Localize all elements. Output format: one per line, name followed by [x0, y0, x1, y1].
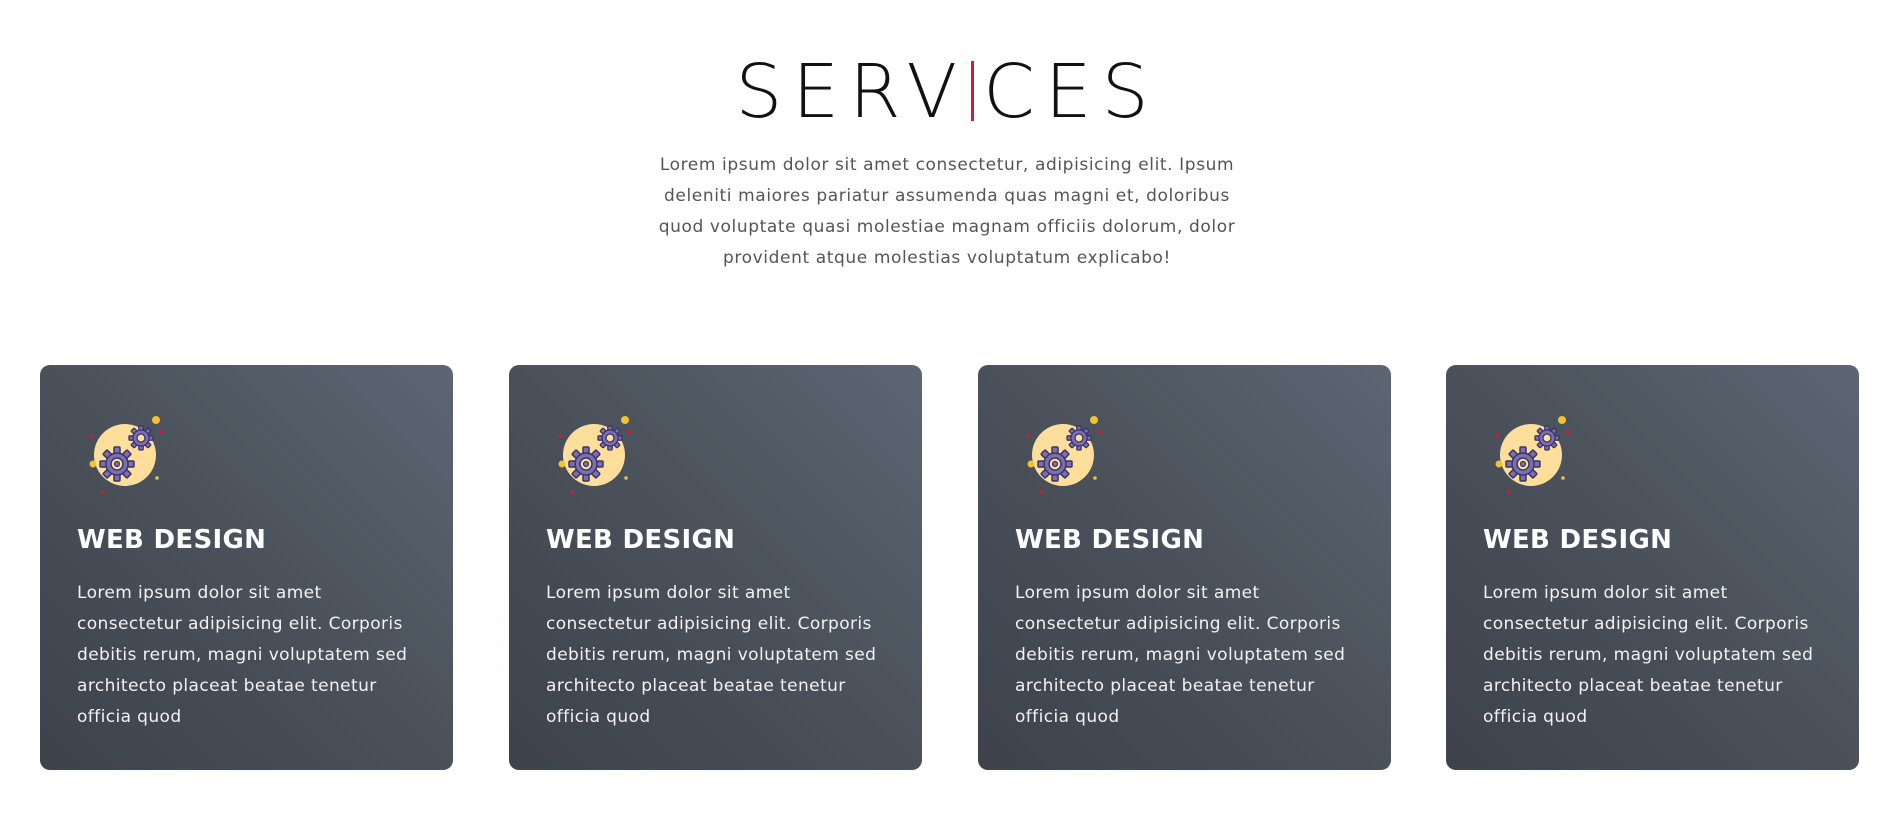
card-text: Lorem ipsum dolor sit amet consectetur a… [1483, 583, 1814, 727]
card-title: WEB DESIGN [1015, 525, 1205, 555]
section-title: SERV CES [0, 52, 1894, 132]
title-accent-divider [971, 61, 975, 121]
gears-icon [1027, 416, 1101, 494]
section-intro: Lorem ipsum dolor sit amet consectetur, … [658, 155, 1236, 268]
card-text: Lorem ipsum dolor sit amet consectetur a… [546, 583, 877, 727]
gears-icon [89, 416, 163, 494]
section-title-part1: SERV [735, 49, 968, 135]
card-title: WEB DESIGN [77, 525, 267, 555]
service-card[interactable]: WEB DESIGN Lorem ipsum dolor sit amet co… [40, 365, 453, 770]
card-text: Lorem ipsum dolor sit amet consectetur a… [77, 583, 408, 727]
service-card[interactable]: WEB DESIGN Lorem ipsum dolor sit amet co… [978, 365, 1391, 770]
section-title-part2: CES [983, 49, 1159, 135]
service-card[interactable]: WEB DESIGN Lorem ipsum dolor sit amet co… [1446, 365, 1859, 770]
gears-icon [558, 416, 632, 494]
gears-icon [1495, 416, 1569, 494]
service-cards: WEB DESIGN Lorem ipsum dolor sit amet co… [40, 365, 1860, 770]
card-title: WEB DESIGN [1483, 525, 1673, 555]
service-card[interactable]: WEB DESIGN Lorem ipsum dolor sit amet co… [509, 365, 922, 770]
card-title: WEB DESIGN [546, 525, 736, 555]
card-text: Lorem ipsum dolor sit amet consectetur a… [1015, 583, 1346, 727]
